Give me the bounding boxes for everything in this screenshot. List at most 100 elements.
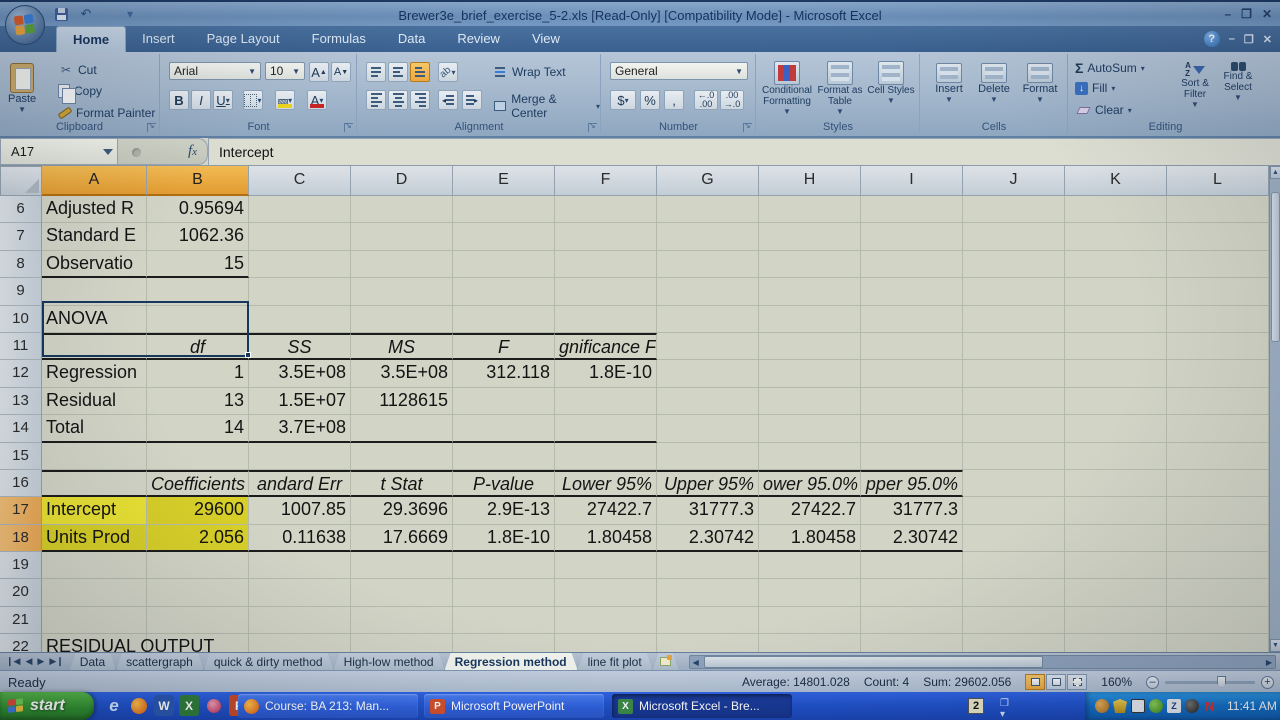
row-header-14[interactable]: 14 xyxy=(0,415,42,443)
cell-D7[interactable] xyxy=(351,223,453,251)
cell-K12[interactable] xyxy=(1065,360,1167,388)
cell-H12[interactable] xyxy=(759,360,861,388)
cell-C20[interactable] xyxy=(249,579,351,607)
row-header-12[interactable]: 12 xyxy=(0,360,42,388)
alignment-dialog-launcher-icon[interactable] xyxy=(588,121,597,132)
cut-button[interactable]: ✂ Cut xyxy=(58,62,97,78)
cell-C7[interactable] xyxy=(249,223,351,251)
name-box-dropdown-icon[interactable] xyxy=(103,149,113,155)
cell-K21[interactable] xyxy=(1065,606,1167,635)
cell-H13[interactable] xyxy=(759,387,861,416)
cell-F16[interactable]: Lower 95% xyxy=(555,469,657,498)
cell-E7[interactable] xyxy=(453,223,555,251)
cell-J11[interactable] xyxy=(963,332,1065,361)
next-sheet-icon[interactable]: ▶ xyxy=(37,656,44,667)
cell-G11[interactable] xyxy=(657,332,759,361)
task-button-3[interactable]: X Microsoft Excel - Bre... xyxy=(612,694,792,718)
minimize-icon[interactable]: – xyxy=(1224,7,1231,21)
cell-B16[interactable]: Coefficients xyxy=(147,469,249,498)
cell-K7[interactable] xyxy=(1065,223,1167,251)
horizontal-scroll-thumb[interactable] xyxy=(703,656,1044,668)
percent-style-button[interactable]: % xyxy=(640,90,660,110)
cell-C16[interactable]: andard Err xyxy=(249,469,351,498)
cell-B10[interactable] xyxy=(147,305,249,333)
cell-G8[interactable] xyxy=(657,250,759,279)
cell-G10[interactable] xyxy=(657,305,759,333)
cell-L13[interactable] xyxy=(1167,387,1269,416)
row-header-7[interactable]: 7 xyxy=(0,223,42,251)
cell-G13[interactable] xyxy=(657,387,759,416)
sheet-tab-scattergraph[interactable]: scattergraph xyxy=(116,653,204,670)
cell-K10[interactable] xyxy=(1065,305,1167,333)
cell-D9[interactable] xyxy=(351,278,453,306)
clear-button[interactable]: Clear ▾ xyxy=(1075,102,1132,118)
cell-K20[interactable] xyxy=(1065,579,1167,607)
zoom-slider-thumb[interactable] xyxy=(1217,675,1227,688)
cell-H9[interactable] xyxy=(759,278,861,306)
align-center-button[interactable] xyxy=(388,90,408,110)
quick-launch-excel-icon[interactable]: X xyxy=(179,695,199,716)
cell-G20[interactable] xyxy=(657,579,759,607)
cell-B21[interactable] xyxy=(147,606,249,635)
underline-button[interactable]: U ▾ xyxy=(213,90,233,110)
page-layout-view-icon[interactable] xyxy=(1046,674,1067,690)
cell-B17[interactable]: 29600 xyxy=(147,497,249,525)
cell-L16[interactable] xyxy=(1167,469,1269,498)
cell-B18[interactable]: 2.056 xyxy=(147,524,249,553)
office-button[interactable] xyxy=(5,5,45,45)
cell-J15[interactable] xyxy=(963,442,1065,470)
cell-D19[interactable] xyxy=(351,552,453,580)
cell-B19[interactable] xyxy=(147,552,249,580)
cell-H20[interactable] xyxy=(759,579,861,607)
cell-I17[interactable]: 31777.3 xyxy=(861,497,963,525)
column-header-J[interactable]: J xyxy=(963,166,1065,196)
zoom-out-icon[interactable]: – xyxy=(1146,675,1159,689)
column-header-A[interactable]: A xyxy=(42,166,147,196)
decrease-decimal-button[interactable]: .00 →.0 xyxy=(720,90,744,110)
cell-H15[interactable] xyxy=(759,442,861,470)
column-header-C[interactable]: C xyxy=(249,166,351,196)
cell-B20[interactable] xyxy=(147,579,249,607)
cell-J16[interactable] xyxy=(963,469,1065,498)
cell-I14[interactable] xyxy=(861,415,963,443)
column-header-L[interactable]: L xyxy=(1167,166,1269,196)
comma-style-button[interactable]: , xyxy=(664,90,684,110)
cell-H7[interactable] xyxy=(759,223,861,251)
row-header-21[interactable]: 21 xyxy=(0,606,42,635)
row-header-22[interactable]: 22 xyxy=(0,634,42,652)
zoom-slider[interactable]: – + xyxy=(1146,675,1274,689)
cell-B9[interactable] xyxy=(147,278,249,306)
cell-F17[interactable]: 27422.7 xyxy=(555,497,657,525)
cell-H11[interactable] xyxy=(759,332,861,361)
cell-B7[interactable]: 1062.36 xyxy=(147,223,249,251)
cell-K16[interactable] xyxy=(1065,469,1167,498)
fill-handle[interactable] xyxy=(245,352,251,358)
column-header-G[interactable]: G xyxy=(657,166,759,196)
column-header-K[interactable]: K xyxy=(1065,166,1167,196)
cell-E22[interactable] xyxy=(453,634,555,652)
row-header-15[interactable]: 15 xyxy=(0,442,42,470)
cell-L7[interactable] xyxy=(1167,223,1269,251)
cell-I20[interactable] xyxy=(861,579,963,607)
fill-button[interactable]: ↓ Fill ▾ xyxy=(1075,81,1115,95)
cell-A10[interactable]: ANOVA xyxy=(42,305,147,333)
number-format-select[interactable]: General ▼ xyxy=(610,62,748,80)
cell-D11[interactable]: MS xyxy=(351,332,453,361)
cell-L10[interactable] xyxy=(1167,305,1269,333)
cell-E21[interactable] xyxy=(453,606,555,635)
cell-D20[interactable] xyxy=(351,579,453,607)
cell-K9[interactable] xyxy=(1065,278,1167,306)
column-header-E[interactable]: E xyxy=(453,166,555,196)
cell-A12[interactable]: Regression xyxy=(42,360,147,388)
sheet-tab-regression-method[interactable]: Regression method xyxy=(445,653,578,670)
cell-C15[interactable] xyxy=(249,442,351,470)
format-painter-button[interactable]: Format Painter xyxy=(57,106,155,120)
cell-J13[interactable] xyxy=(963,387,1065,416)
cell-K18[interactable] xyxy=(1065,524,1167,553)
cell-D16[interactable]: t Stat xyxy=(351,469,453,498)
start-button[interactable]: start xyxy=(0,692,94,720)
scroll-left-icon[interactable]: ◀ xyxy=(693,657,699,668)
cell-G12[interactable] xyxy=(657,360,759,388)
cell-C10[interactable] xyxy=(249,305,351,333)
cell-G22[interactable] xyxy=(657,634,759,652)
